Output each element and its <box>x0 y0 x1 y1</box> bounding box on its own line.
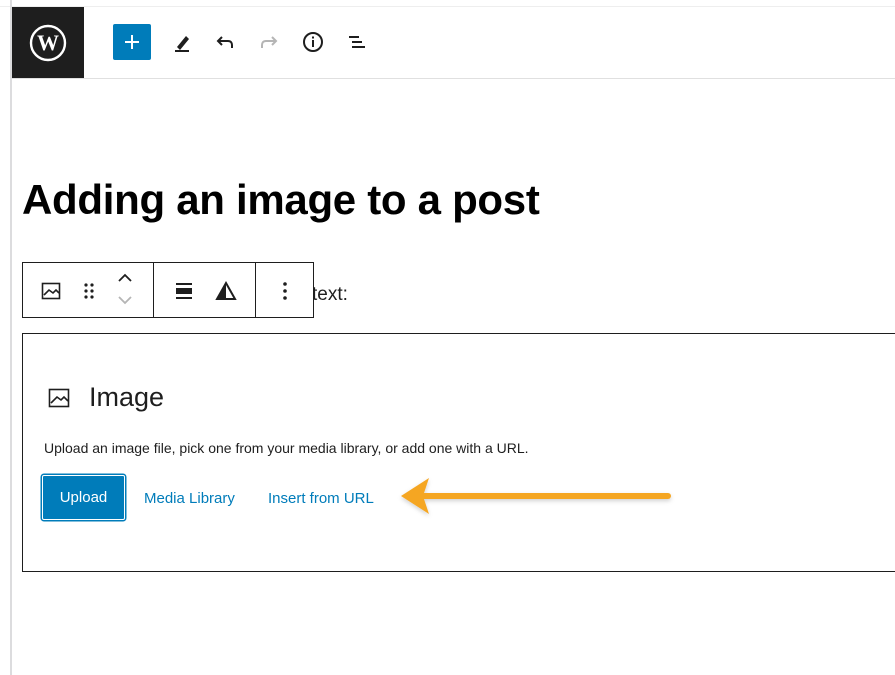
plus-icon <box>125 35 139 49</box>
align-button[interactable] <box>170 277 198 305</box>
block-toolbar <box>22 262 314 318</box>
undo-button[interactable] <box>210 27 240 57</box>
svg-text:W: W <box>37 30 59 55</box>
redo-icon <box>261 36 278 48</box>
wordpress-logo-icon: W <box>29 24 67 61</box>
insert-from-url-button[interactable]: Insert from URL <box>268 490 374 507</box>
move-up-icon <box>118 273 132 282</box>
align-icon <box>176 283 192 299</box>
pencil-icon <box>175 36 189 52</box>
wordpress-logo-button[interactable]: W <box>12 7 84 78</box>
image-icon <box>48 388 70 407</box>
contrast-icon <box>215 280 237 300</box>
image-block-placeholder[interactable]: Image Upload an image file, pick one fro… <box>22 333 895 572</box>
tools-button[interactable] <box>167 27 197 57</box>
block-toolbar-group-block <box>23 263 154 317</box>
media-library-button[interactable]: Media Library <box>144 490 235 507</box>
image-block-header: Image <box>47 382 164 413</box>
block-toolbar-group-options <box>256 263 313 317</box>
image-block-title: Image <box>89 382 165 412</box>
move-up-button[interactable] <box>111 267 139 289</box>
window-left-edge <box>10 0 12 675</box>
move-down-icon <box>118 296 132 305</box>
paragraph-text[interactable]: text: <box>312 284 348 306</box>
image-block-instructions: Upload an image file, pick one from your… <box>44 440 529 456</box>
add-block-button[interactable] <box>113 24 151 60</box>
list-view-icon <box>349 36 365 48</box>
annotation-arrow <box>401 478 671 514</box>
post-title[interactable]: Adding an image to a post <box>22 176 540 224</box>
more-options-icon <box>283 282 287 300</box>
image-block-icon <box>41 282 61 300</box>
info-icon <box>303 32 323 52</box>
redo-button[interactable] <box>254 27 284 57</box>
list-view-button[interactable] <box>342 27 372 57</box>
duotone-button[interactable] <box>212 277 240 305</box>
more-options-button[interactable] <box>271 277 299 305</box>
upload-button[interactable]: Upload <box>42 475 125 520</box>
drag-handle-icon <box>84 283 94 299</box>
block-type-button[interactable] <box>37 277 65 305</box>
drag-handle[interactable] <box>75 277 103 305</box>
undo-icon <box>216 36 233 48</box>
editor-header: W <box>12 7 895 79</box>
move-down-button[interactable] <box>111 289 139 311</box>
details-button[interactable] <box>298 27 328 57</box>
block-toolbar-group-format <box>154 263 256 317</box>
